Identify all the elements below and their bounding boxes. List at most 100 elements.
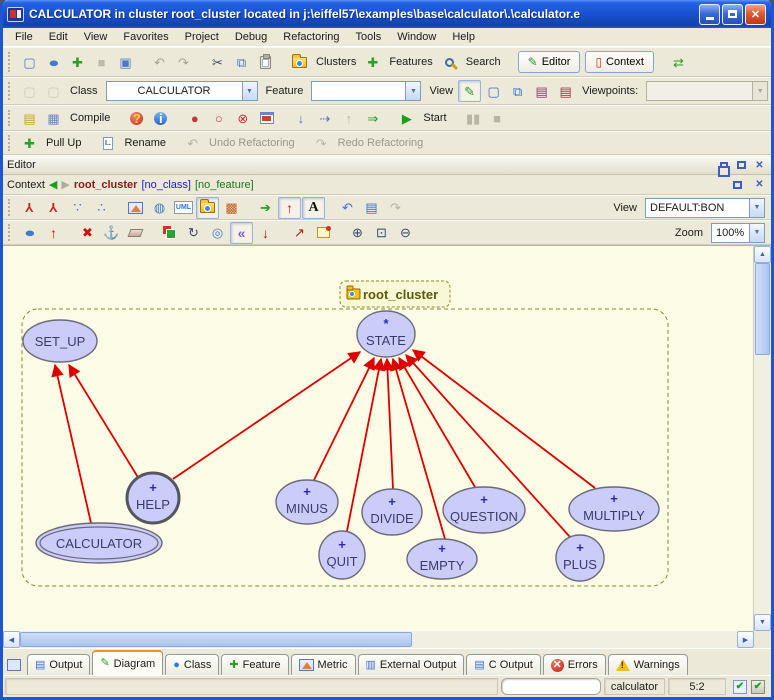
features-icon[interactable]: ✚ <box>361 51 384 73</box>
vertical-scrollbar[interactable]: ▲ ▼ <box>754 246 771 631</box>
client-links-icon[interactable]: Y <box>42 197 65 219</box>
class-node-DIVIDE[interactable]: +DIVIDE <box>362 489 422 535</box>
text-tool-icon[interactable]: A <box>302 197 325 219</box>
step-into-icon[interactable]: ↓ <box>289 107 312 129</box>
layout-direction-icon[interactable]: ↓ <box>254 222 277 244</box>
cut-icon[interactable]: ✂ <box>206 51 229 73</box>
feature-combo-arrow-icon[interactable]: ▼ <box>405 82 420 100</box>
search-icon[interactable] <box>438 51 461 73</box>
class-node-STATE[interactable]: *STATE <box>357 311 415 357</box>
tab-warnings[interactable]: Warnings <box>608 654 688 675</box>
class-node-QUESTION[interactable]: +QUESTION <box>443 487 525 533</box>
close-button[interactable]: ✕ <box>745 4 766 25</box>
remove-breakpoints-icon[interactable]: ⊗ <box>231 107 254 129</box>
horizontal-scrollbar[interactable]: ◀ ▶ <box>3 631 771 648</box>
client-link-tool-icon[interactable]: ∵ <box>66 197 89 219</box>
debug-window-icon[interactable] <box>255 107 278 129</box>
scroll-left-icon[interactable]: ◀ <box>3 631 20 648</box>
tab-feature[interactable]: ✚Feature <box>221 654 288 675</box>
inheritance-mode-icon[interactable]: ↑ <box>278 197 301 219</box>
run-to-cursor-icon[interactable]: ⇒ <box>361 107 384 129</box>
new-class-tool-icon[interactable]: ● <box>18 222 41 244</box>
class-node-SET_UP[interactable]: SET_UP <box>23 320 97 362</box>
menu-view[interactable]: View <box>76 29 116 45</box>
enable-breakpoints-icon[interactable]: ● <box>183 107 206 129</box>
flat-contract-view-icon[interactable]: ▤ <box>554 80 577 102</box>
project-settings-icon[interactable]: ▤ <box>18 107 41 129</box>
force-layout-icon[interactable]: « <box>230 222 253 244</box>
minimize-button[interactable] <box>699 4 720 25</box>
rename-icon[interactable]: I.. <box>96 132 119 154</box>
zoom-combo[interactable]: 100%▼ <box>711 223 765 243</box>
melt-icon[interactable] <box>125 107 148 129</box>
clusters-icon[interactable] <box>288 51 311 73</box>
tab-output[interactable]: ▤Output <box>27 654 90 675</box>
start-icon[interactable]: ▶ <box>395 107 418 129</box>
new-inheritance-tool-icon[interactable]: ↑ <box>42 222 65 244</box>
new-feature-icon[interactable]: ✚ <box>66 51 89 73</box>
inheritance-link-CALCULATOR-SET_UP[interactable] <box>55 365 91 523</box>
cluster-label-box[interactable]: root_cluster <box>340 281 450 307</box>
menu-project[interactable]: Project <box>177 29 227 45</box>
inheritance-link-HELP-SET_UP[interactable] <box>69 365 139 479</box>
close-pane-icon[interactable]: ✕ <box>752 158 767 172</box>
class-node-CALCULATOR[interactable]: CALCULATOR <box>36 523 162 563</box>
menu-window[interactable]: Window <box>389 29 444 45</box>
inheritance-links-icon[interactable]: Y <box>18 197 41 219</box>
close-context-icon[interactable]: ✕ <box>752 178 767 192</box>
bon-view-icon[interactable]: ◍ <box>148 197 171 219</box>
external-commands-icon[interactable]: ⇄ <box>667 51 690 73</box>
maximize-button[interactable] <box>722 4 743 25</box>
uml-view-icon[interactable]: UML <box>172 197 195 219</box>
disable-breakpoints-icon[interactable]: ○ <box>207 107 230 129</box>
feature-combo[interactable]: ▼ <box>311 81 421 101</box>
diagram-view-combo[interactable]: DEFAULT:BON▼ <box>645 198 765 218</box>
clickable-view-icon[interactable]: ▢ <box>482 80 505 102</box>
class-node-PLUS[interactable]: +PLUS <box>556 535 604 581</box>
save-icon[interactable]: ▣ <box>114 51 137 73</box>
menu-refactoring[interactable]: Refactoring <box>275 29 347 45</box>
cluster-shade-icon[interactable]: ◎ <box>206 222 229 244</box>
diagram-canvas[interactable]: root_clusterSET_UP*STATE+HELPCALCULATOR+… <box>3 246 754 631</box>
menu-favorites[interactable]: Favorites <box>115 29 176 45</box>
menu-file[interactable]: File <box>7 29 41 45</box>
remove-anchor-icon[interactable]: ⚓ <box>100 222 123 244</box>
scroll-down-icon[interactable]: ▼ <box>754 614 771 631</box>
straighten-links-icon[interactable]: ↗ <box>288 222 311 244</box>
diagram-view-combo-arrow-icon[interactable]: ▼ <box>749 199 764 217</box>
vertical-scroll-thumb[interactable] <box>755 263 770 355</box>
pull-up-icon[interactable]: ✚ <box>18 132 41 154</box>
export-image-icon[interactable] <box>124 197 147 219</box>
cluster-view-icon[interactable] <box>196 197 219 219</box>
class-node-EMPTY[interactable]: +EMPTY <box>407 539 477 579</box>
class-node-MULTIPLY[interactable]: +MULTIPLY <box>569 487 659 531</box>
maximize-context-icon[interactable] <box>730 178 745 192</box>
inheritance-link-QUESTION-STATE[interactable] <box>399 358 475 487</box>
tab-c-output[interactable]: ▤C Output <box>466 654 540 675</box>
tab-diagram[interactable]: ✎Diagram <box>92 650 163 675</box>
context-cluster[interactable]: root_cluster <box>74 179 138 191</box>
inheritance-link-MULTIPLY-STATE[interactable] <box>413 350 595 488</box>
tab-errors[interactable]: Errors <box>543 654 606 675</box>
scroll-right-icon[interactable]: ▶ <box>737 631 754 648</box>
tab-external-output[interactable]: ▥External Output <box>358 654 465 675</box>
menu-edit[interactable]: Edit <box>41 29 76 45</box>
undock-pane-icon[interactable] <box>716 158 731 172</box>
menu-help[interactable]: Help <box>444 29 483 45</box>
rotate-icon[interactable]: ↻ <box>182 222 205 244</box>
delete-icon[interactable]: ✖ <box>76 222 99 244</box>
paste-icon[interactable] <box>254 51 277 73</box>
context-button[interactable]: ▯Context <box>585 51 654 73</box>
contract-view-icon[interactable]: ▤ <box>530 80 553 102</box>
menu-tools[interactable]: Tools <box>348 29 390 45</box>
inheritance-link-HELP-STATE[interactable] <box>173 352 360 479</box>
compile-icon[interactable]: ▦ <box>42 107 65 129</box>
class-node-MINUS[interactable]: +MINUS <box>276 480 338 524</box>
new-class-icon[interactable]: ● <box>42 51 65 73</box>
zoom-out-icon[interactable]: ⊖ <box>394 222 417 244</box>
fill-color-icon[interactable] <box>158 222 181 244</box>
eraser-icon[interactable] <box>124 222 147 244</box>
create-link-icon[interactable]: ➔ <box>254 197 277 219</box>
zoom-in-icon[interactable]: ⊕ <box>346 222 369 244</box>
info-icon[interactable] <box>149 107 172 129</box>
